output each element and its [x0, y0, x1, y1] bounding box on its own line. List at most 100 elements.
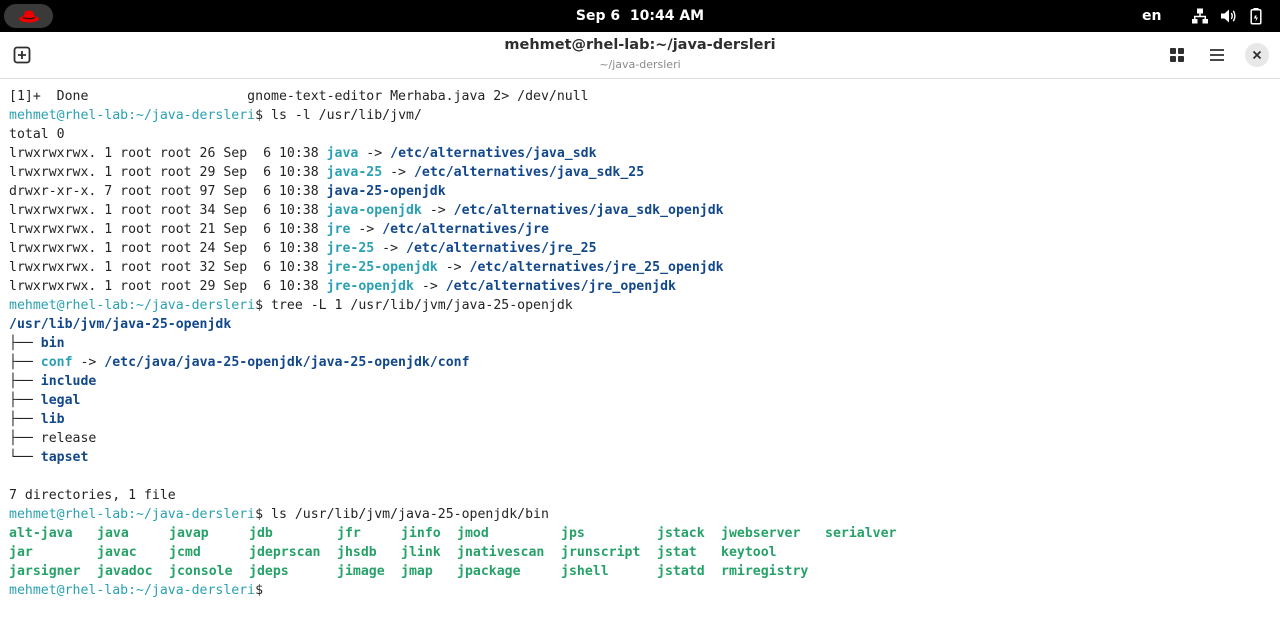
tree-summary: 7 directories, 1 file [9, 488, 176, 503]
bin-column: jwebserver keytool rmiregistry [721, 524, 808, 581]
prompt-line: mehmet@rhel-lab:~/java-dersleri$ [9, 581, 1271, 600]
battery-icon[interactable] [1247, 7, 1265, 25]
bin-executable: jshell [561, 564, 609, 579]
bin-executable: javac [97, 545, 137, 560]
top-bar: Sep 6 10:44 AM en [0, 0, 1280, 32]
tree-arrow: -> [72, 355, 105, 370]
bin-executable: jarsigner [9, 564, 81, 579]
tree-entry: ├── lib [9, 410, 1271, 429]
ls-link-target: /etc/alternatives/jre_25_openjdk [469, 260, 724, 275]
clock: Sep 6 10:44 AM [0, 0, 1280, 32]
bin-column: jfr jhsdb jimage [337, 524, 385, 581]
tree-entry: ├── bin [9, 334, 1271, 353]
ls-meta: lrwxrwxrwx. 1 root root 26 Sep 6 10:38 [9, 146, 327, 161]
ls-arrow: -> [358, 146, 391, 161]
bin-executable: javap [169, 526, 209, 541]
ls-link-name: jre-25 [326, 241, 375, 256]
volume-icon[interactable] [1219, 7, 1237, 25]
activities-button[interactable] [4, 4, 53, 28]
bin-executable: keytool [721, 545, 777, 560]
tab-overview-icon[interactable] [1167, 45, 1187, 65]
red-hat-logo-icon [18, 10, 39, 23]
tree-dir-name: include [40, 374, 97, 389]
ls-arrow: -> [437, 260, 470, 275]
ls-link-target: /etc/alternatives/jre_25 [406, 241, 597, 256]
prompt-path: :~/java-dersleri [128, 583, 256, 598]
hamburger-menu-icon[interactable] [1207, 45, 1227, 65]
prompt-dollar: $ [255, 507, 264, 522]
ls-row: lrwxrwxrwx. 1 root root 32 Sep 6 10:38 j… [9, 258, 1271, 277]
bin-executable: rmiregistry [721, 564, 809, 579]
bin-executable: jpackage [457, 564, 521, 579]
ls-link-name: java-25 [326, 165, 383, 180]
prompt-path: :~/java-dersleri [128, 108, 256, 123]
ls-arrow: -> [350, 222, 383, 237]
ls-meta: lrwxrwxrwx. 1 root root 29 Sep 6 10:38 [9, 279, 327, 294]
bin-executable: jstat [657, 545, 697, 560]
bin-executable: jstack [657, 526, 705, 541]
clock-date[interactable]: Sep 6 [576, 8, 620, 24]
ls-meta: lrwxrwxrwx. 1 root root 24 Sep 6 10:38 [9, 241, 327, 256]
bin-executable: jhsdb [337, 545, 377, 560]
bin-column: jdb jdeprscan jdeps [249, 524, 320, 581]
tree-entry: ├── conf -> /etc/java/java-25-openjdk/ja… [9, 353, 1271, 372]
window-subtitle: ~/java-dersleri [599, 58, 681, 71]
bin-column: serialver [825, 524, 896, 543]
ls-arrow: -> [413, 279, 446, 294]
command-text: ls /usr/lib/jvm/java-25-openjdk/bin [263, 507, 549, 522]
bin-executable: serialver [825, 526, 897, 541]
tree-branch: ├── [9, 374, 41, 389]
prompt-dollar: $ [255, 108, 264, 123]
prompt-dollar: $ [255, 583, 264, 598]
network-wired-icon[interactable] [1191, 7, 1209, 25]
prompt-user: mehmet@rhel-lab [9, 108, 129, 123]
tree-root: /usr/lib/jvm/java-25-openjdk [9, 317, 232, 332]
bin-executable: jlink [401, 545, 441, 560]
terminal-output[interactable]: [1]+ Done gnome-text-editor Merhaba.java… [9, 87, 1271, 600]
ls-meta: lrwxrwxrwx. 1 root root 32 Sep 6 10:38 [9, 260, 327, 275]
ls-row: lrwxrwxrwx. 1 root root 29 Sep 6 10:38 j… [9, 163, 1271, 182]
ls-row: lrwxrwxrwx. 1 root root 24 Sep 6 10:38 j… [9, 239, 1271, 258]
bin-listing: alt-java jar jarsigner java javac javadoc ja… [9, 524, 1271, 581]
tree-branch: ├── [9, 431, 41, 446]
bin-column: jinfo jlink jmap [401, 524, 441, 581]
ls-row: drwxr-xr-x. 7 root root 97 Sep 6 10:38 j… [9, 182, 1271, 201]
tree-link-name: conf [40, 355, 73, 370]
bin-executable: javadoc [97, 564, 153, 579]
bin-executable: jmod [457, 526, 489, 541]
ls-link-target: /etc/alternatives/java_sdk_openjdk [453, 203, 724, 218]
bin-column: jstack jstat jstatd [657, 524, 705, 581]
tree-branch: ├── [9, 336, 41, 351]
ls-meta: lrwxrwxrwx. 1 root root 29 Sep 6 10:38 [9, 165, 327, 180]
tree-branch: ├── [9, 355, 41, 370]
clock-time[interactable]: 10:44 AM [630, 8, 704, 24]
prompt-user: mehmet@rhel-lab [9, 298, 129, 313]
ls-row: lrwxrwxrwx. 1 root root 34 Sep 6 10:38 j… [9, 201, 1271, 220]
bin-column: javap jcmd jconsole [169, 524, 233, 581]
bin-executable: jrunscript [561, 545, 641, 560]
bin-executable: jconsole [169, 564, 233, 579]
tree-branch: └── [9, 450, 41, 465]
bin-column: java javac javadoc [97, 524, 153, 581]
ls-link-target: /etc/alternatives/java_sdk_25 [413, 165, 645, 180]
bin-executable: jps [561, 526, 585, 541]
tree-link-target: /etc/java/java-25-openjdk/java-25-openjd… [104, 355, 470, 370]
ls-meta: lrwxrwxrwx. 1 root root 34 Sep 6 10:38 [9, 203, 327, 218]
prompt-line: mehmet@rhel-lab:~/java-dersleri$ tree -L… [9, 296, 1271, 315]
job-status-line: [1]+ Done gnome-text-editor Merhaba.java… [9, 89, 589, 104]
ls-total: total 0 [9, 127, 65, 142]
bin-executable: jcmd [169, 545, 201, 560]
prompt-path: :~/java-dersleri [128, 507, 256, 522]
bin-executable: alt-java [9, 526, 73, 541]
keyboard-layout-indicator[interactable]: en [1142, 0, 1161, 32]
tree-entry: └── tapset [9, 448, 1271, 467]
bin-column: jmod jnativescan jpackage [457, 524, 544, 581]
ls-link-name: java [326, 146, 359, 161]
close-icon [1252, 50, 1262, 60]
close-button[interactable] [1245, 43, 1269, 67]
bin-executable: jar [9, 545, 33, 560]
ls-link-target: /etc/alternatives/jre [382, 222, 549, 237]
prompt-dollar: $ [255, 298, 264, 313]
bin-executable: jdeprscan [249, 545, 321, 560]
